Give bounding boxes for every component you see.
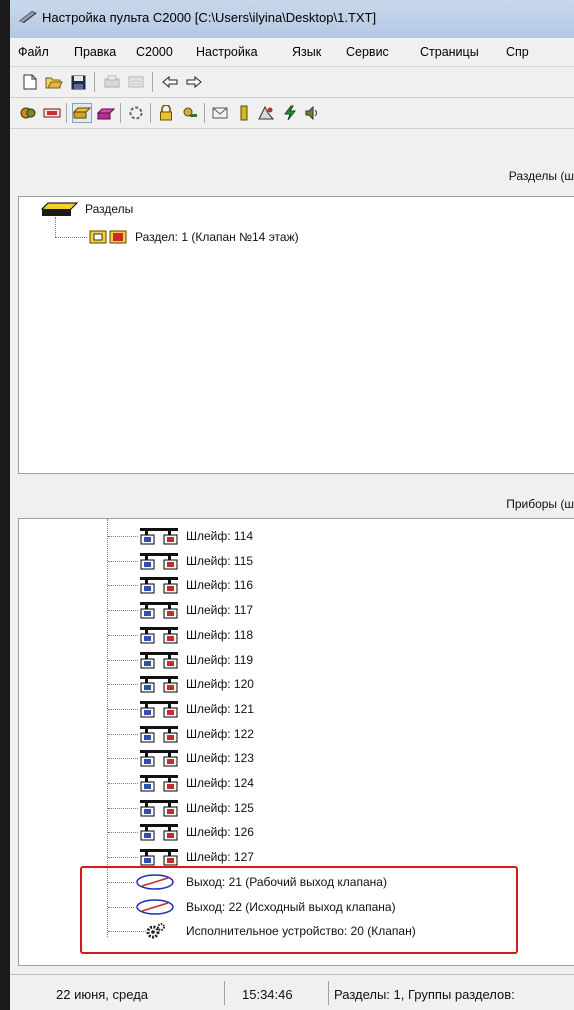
tree-item-loop-label: Шлейф: 122 <box>186 726 254 741</box>
tree-item-loop[interactable]: Шлейф: 116 <box>138 575 253 595</box>
tree-item-loop[interactable]: Шлейф: 123 <box>138 748 254 768</box>
loop-icon <box>138 822 180 842</box>
output-icon[interactable] <box>234 103 254 123</box>
title-bar[interactable]: Настройка пульта С2000 [C:\Users\ilyina\… <box>10 0 574 39</box>
loop-icon <box>138 650 180 670</box>
loop-icon <box>138 625 180 645</box>
tree-item-loop-label: Шлейф: 124 <box>186 776 254 790</box>
tree-item-loop-label: Шлейф: 123 <box>186 751 254 766</box>
menu-help[interactable]: Спр <box>506 45 529 59</box>
status-time: 15:34:46 <box>242 986 293 1002</box>
tree-item-loop-label: Шлейф: 121 <box>186 701 254 716</box>
arrow-right-icon[interactable] <box>184 72 204 92</box>
disabled-print-icon[interactable] <box>102 72 122 92</box>
tree-item-loop-label: Шлейф: 118 <box>186 627 254 642</box>
menu-settings[interactable]: Настройка <box>196 45 258 59</box>
sound-icon[interactable] <box>302 103 322 123</box>
menu-language[interactable]: Язык <box>292 45 321 59</box>
highlight-box <box>80 866 518 954</box>
tree-item-loop-label: Шлейф: 120 <box>186 677 254 692</box>
app-icon <box>19 11 37 23</box>
tree-item-loop[interactable]: Шлейф: 124 <box>138 773 254 793</box>
tree-item-loop[interactable]: Шлейф: 118 <box>138 625 253 645</box>
loop-icon <box>138 748 180 768</box>
tree-item-loop[interactable]: Шлейф: 126 <box>138 822 254 842</box>
devices-icon[interactable] <box>18 103 38 123</box>
loop-icon <box>138 724 180 744</box>
status-date: 22 июня, среда <box>56 986 149 1002</box>
section-item-icon <box>89 230 127 244</box>
sections-pane-title: Разделы (ш <box>508 169 574 183</box>
arrow-left-icon[interactable] <box>160 72 180 92</box>
loop-icon <box>138 773 180 793</box>
tree-item-loop-label: Шлейф: 126 <box>186 825 254 840</box>
tree-item-section-1[interactable]: Раздел: 1 (Клапан №14 этаж) <box>89 227 299 247</box>
sections-folder-icon <box>41 202 79 216</box>
status-bar: 22 июня, среда 15:34:46 Разделы: 1, Груп… <box>10 974 574 1010</box>
sections-tree[interactable]: Разделы Раздел: 1 (Клапан №14 этаж) <box>18 196 574 474</box>
disabled-preview-icon[interactable] <box>126 72 146 92</box>
loop-icon <box>138 575 180 595</box>
menu-bar: Файл Правка С2000 Настройка Язык Сервис … <box>10 38 574 67</box>
open-folder-icon[interactable] <box>44 72 64 92</box>
tree-item-loop[interactable]: Шлейф: 125 <box>138 798 254 818</box>
main-toolbar <box>10 67 574 98</box>
app-window: Настройка пульта С2000 [C:\Users\ilyina\… <box>10 0 574 1010</box>
relay-icon[interactable] <box>256 103 276 123</box>
tree-item-loop[interactable]: Шлейф: 119 <box>138 650 253 670</box>
tree-item-loop-label: Шлейф: 114 <box>186 529 254 543</box>
loop-icon <box>138 600 180 620</box>
tree-item-loop[interactable]: Шлейф: 114 <box>138 526 253 546</box>
section-groups-icon[interactable] <box>96 103 116 123</box>
tree-item-loop-label: Шлейф: 116 <box>186 578 254 593</box>
objects-toolbar <box>10 98 574 129</box>
tree-root-label: Разделы <box>85 202 134 216</box>
tree-item-loop-label: Шлейф: 127 <box>186 850 254 865</box>
tree-item-loop-label: Шлейф: 125 <box>186 800 254 815</box>
status-info: Разделы: 1, Группы разделов: <box>334 986 515 1002</box>
sections-icon[interactable] <box>72 103 92 123</box>
tree-item-loop[interactable]: Шлейф: 117 <box>138 600 253 620</box>
tree-item-loop-label: Шлейф: 119 <box>186 652 254 667</box>
loop-icon <box>138 699 180 719</box>
devices-pane-title: Приборы (ш <box>506 497 574 511</box>
tree-item-loop[interactable]: Шлейф: 122 <box>138 724 254 744</box>
sections-pane-header: Разделы (ш <box>10 156 574 194</box>
panel-icon[interactable] <box>42 103 62 123</box>
new-file-icon[interactable] <box>20 72 40 92</box>
tree-root-sections[interactable]: Разделы <box>41 199 133 219</box>
save-disk-icon[interactable] <box>68 72 88 92</box>
loop-icon <box>138 526 180 546</box>
loop-icon <box>138 847 180 867</box>
loop-icon <box>138 674 180 694</box>
menu-edit[interactable]: Правка <box>74 45 116 59</box>
window-title: Настройка пульта С2000 [C:\Users\ilyina\… <box>42 10 377 25</box>
menu-c2000[interactable]: С2000 <box>136 45 173 59</box>
section-item-label: Раздел: 1 (Клапан №14 этаж) <box>135 230 299 244</box>
loop-icon <box>138 798 180 818</box>
message-icon[interactable] <box>210 103 230 123</box>
lightning-icon[interactable] <box>280 103 300 123</box>
devices-pane-header: Приборы (ш <box>10 484 574 522</box>
keys-icon[interactable] <box>180 103 200 123</box>
menu-service[interactable]: Сервис <box>346 45 389 59</box>
tree-item-loop[interactable]: Шлейф: 127 <box>138 847 254 867</box>
menu-file[interactable]: Файл <box>18 45 49 59</box>
lock-icon[interactable] <box>156 103 176 123</box>
tree-item-loop[interactable]: Шлейф: 120 <box>138 674 254 694</box>
tree-item-loop-label: Шлейф: 115 <box>186 553 254 568</box>
loop-icon <box>138 551 180 571</box>
loop-icon[interactable] <box>126 103 146 123</box>
tree-item-loop[interactable]: Шлейф: 115 <box>138 551 253 571</box>
menu-pages[interactable]: Страницы <box>420 45 479 59</box>
tree-item-loop[interactable]: Шлейф: 121 <box>138 699 254 719</box>
tree-item-loop-label: Шлейф: 117 <box>186 603 254 618</box>
